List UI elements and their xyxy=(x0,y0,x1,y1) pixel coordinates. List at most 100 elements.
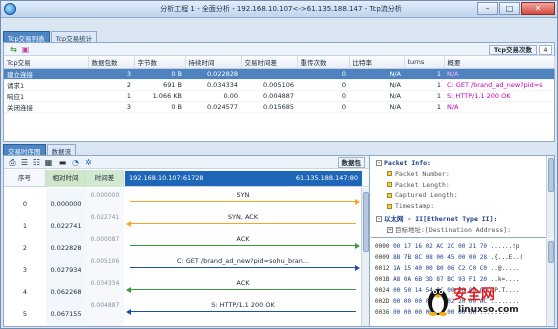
column-header[interactable]: Tcp交易 xyxy=(4,56,89,69)
seq-number: 5 xyxy=(22,310,28,318)
close-button[interactable]: ✕ xyxy=(521,2,555,15)
zoom-icon[interactable]: ◔ xyxy=(71,158,80,167)
export-icon[interactable]: ▣ xyxy=(21,45,30,54)
tree-node[interactable]: Captured Length: xyxy=(387,191,458,199)
hex-offset: 0036 xyxy=(375,309,394,316)
scroll-thumb[interactable] xyxy=(548,241,554,263)
cell-bitrate: N/A xyxy=(349,101,404,113)
cell-duration: 0.00 xyxy=(185,90,241,102)
tcp-transaction-panel: ⇆ ▣ Tcp交易次数 4 Tcp交易 数据包数 字节数 持续时间 交易时间差 … xyxy=(3,42,555,142)
hex-offset: 0012 xyxy=(375,265,394,272)
sequence-row[interactable]: 1 0.022741 0.022741 SYN, ACK xyxy=(4,212,369,232)
cell-gap: 0.004887 xyxy=(241,90,297,102)
tree-node-label: Packet Info: xyxy=(384,159,431,167)
seq-number: 3 xyxy=(22,266,28,274)
tree-node[interactable]: + 目标地址:[Destination Address]: xyxy=(387,224,511,234)
columns-icon[interactable]: ▦ xyxy=(44,158,53,167)
cell-summary: N/A xyxy=(444,101,554,113)
collapse-icon[interactable]: − xyxy=(376,160,382,166)
hex-bytes: 00 17 16 02 AC 2C 00 21 70 xyxy=(393,243,491,250)
tcp-transaction-table: Tcp交易 数据包数 字节数 持续时间 交易时间差 重传次数 比特率 turns… xyxy=(4,56,555,113)
sequence-diagram-pane: ⎙ ☰ ☷ ▦ ▬ ◔ ✲ 数据包 序号 相对时间 时间差 192.168.10… xyxy=(4,156,370,326)
cell-turns: 1 xyxy=(404,79,444,91)
column-header[interactable]: 概要 xyxy=(444,56,555,69)
expand-icon[interactable]: + xyxy=(387,226,393,233)
filter-icon[interactable]: ▬ xyxy=(58,158,67,167)
cell-duration: 0.024577 xyxy=(185,101,241,113)
cell-packets: 1 xyxy=(88,90,134,102)
table-row[interactable]: 关闭连接 3 0 B 0.024577 0.015685 0 N/A 1 N/A xyxy=(4,101,554,113)
maximize-button[interactable]: □ xyxy=(499,2,520,15)
arrow-left-icon xyxy=(126,287,131,293)
hex-row[interactable]: 0012 1A 15 40 00 80 06 C2 C0 C0 ..@..... xyxy=(375,265,520,272)
cell-bytes: 1.066 KB xyxy=(134,90,185,102)
sequence-header: 序号 相对时间 时间差 192.168.10.107:61728 61.135.… xyxy=(4,170,369,187)
sequence-row[interactable]: 4 0.062268 0.034334 ACK xyxy=(4,278,369,298)
title-bar[interactable]: 分析工程 1 - 全面分析 - 192.168.10.107<->61.135.… xyxy=(1,1,557,18)
column-header[interactable]: 字节数 xyxy=(134,56,186,69)
cell-retrans: 0 xyxy=(297,101,349,113)
cell-summary: N/A xyxy=(444,68,554,80)
seq-number: 0 xyxy=(22,200,28,208)
tree-node[interactable]: − Packet Info: xyxy=(376,159,431,167)
sequence-row[interactable]: 3 0.027934 0.005106 C: GET /brand_ad_new?pi… xyxy=(4,256,369,276)
settings-icon[interactable]: ✲ xyxy=(84,158,93,167)
packet-decode-tree: − Packet Info: Packet Number: Packet Length… xyxy=(371,156,554,238)
cell-retrans: 0 xyxy=(297,90,349,102)
list-icon[interactable]: ☰ xyxy=(20,158,29,167)
sequence-row[interactable]: 5 0.067155 0.004887 S: HTTP/1.1 200 OK xyxy=(4,300,369,320)
column-header[interactable]: 数据包数 xyxy=(88,56,135,69)
tree-node[interactable]: Packet Length: xyxy=(387,181,450,189)
column-header[interactable]: 交易时间差 xyxy=(241,56,298,69)
delta-time: 0.000087 xyxy=(90,236,120,243)
relative-time: 0.022741 xyxy=(50,222,82,230)
print-icon[interactable]: ⎙ xyxy=(8,158,17,167)
sequence-row[interactable]: 2 0.022828 0.000087 ACK xyxy=(4,234,369,254)
tree-node-label: Captured Length: xyxy=(395,191,458,200)
hex-row[interactable]: 0000 00 17 16 02 AC 2C 00 21 70 ......!p xyxy=(375,243,520,250)
packet-label: 数据包 xyxy=(337,157,365,168)
sequence-body: 0 0.000000 0.000000 SYN 1 0.022741 0.022741 SYN… xyxy=(4,188,369,326)
tree-node[interactable]: Timestamp: xyxy=(387,202,434,210)
transaction-count-value: 4 xyxy=(539,44,552,55)
sequence-scrollbar[interactable] xyxy=(361,188,369,326)
tree-node-label: 以太网 - II[Ethernet Type II]: xyxy=(384,215,498,223)
cell-bytes: 691 B xyxy=(134,79,185,91)
packet-label: ACK xyxy=(236,279,250,287)
cell-transaction: 请求1 xyxy=(4,79,88,91)
cell-transaction: 关闭连接 xyxy=(4,101,88,113)
seq-number: 2 xyxy=(22,244,28,252)
table-row[interactable]: 建立连接 3 0 B 0.022828 0 N/A 1 N/A xyxy=(4,68,554,80)
collapse-icon[interactable]: − xyxy=(376,216,382,222)
tab-tcp-transaction-stats[interactable]: Tcp交易统计 xyxy=(50,31,98,43)
column-header[interactable]: 持续时间 xyxy=(185,56,242,69)
sequence-row[interactable]: 0 0.000000 0.000000 SYN xyxy=(4,190,369,210)
hex-ascii: .{...E..( xyxy=(490,254,524,261)
column-header[interactable]: 比特率 xyxy=(349,56,405,69)
tab-sequence-diagram[interactable]: 交易时序图 xyxy=(3,144,46,156)
tab-tcp-transaction-list[interactable]: Tcp交易列表 xyxy=(3,31,50,43)
cell-turns: 1 xyxy=(404,68,444,80)
cell-packets: 2 xyxy=(88,79,134,91)
scroll-thumb[interactable] xyxy=(548,158,554,192)
details-icon[interactable]: ☷ xyxy=(32,158,41,167)
hex-row[interactable]: 0009 8B 7B 8C 08 00 45 00 00 28 .{...E..… xyxy=(375,254,523,261)
column-header-seq: 序号 xyxy=(4,170,46,187)
tree-node-label: Packet Number: xyxy=(395,169,450,178)
relative-time: 0.027934 xyxy=(50,266,82,274)
relative-time: 0.062268 xyxy=(50,288,82,296)
table-row[interactable]: 响应1 1 1.066 KB 0.00 0.004887 0 N/A 1 S: … xyxy=(4,90,554,102)
refresh-icon[interactable]: ⇆ xyxy=(9,45,18,54)
minimize-button[interactable]: – xyxy=(477,2,498,15)
column-header[interactable]: turns xyxy=(404,56,445,69)
column-header[interactable]: 重传次数 xyxy=(297,56,350,69)
column-header-delta-time: 时间差 xyxy=(86,170,124,187)
seq-number: 1 xyxy=(22,222,28,230)
scroll-thumb[interactable] xyxy=(363,192,369,252)
tree-node[interactable]: Packet Number: xyxy=(387,170,450,178)
tree-scrollbar[interactable] xyxy=(546,156,554,238)
hex-offset: 0000 xyxy=(375,243,394,250)
tab-data-stream[interactable]: 数据流 xyxy=(46,144,76,156)
table-row[interactable]: 请求1 2 691 B 0.034334 0.005106 0 N/A 1 C:… xyxy=(4,79,554,91)
tree-node[interactable]: − 以太网 - II[Ethernet Type II]: xyxy=(376,213,497,223)
